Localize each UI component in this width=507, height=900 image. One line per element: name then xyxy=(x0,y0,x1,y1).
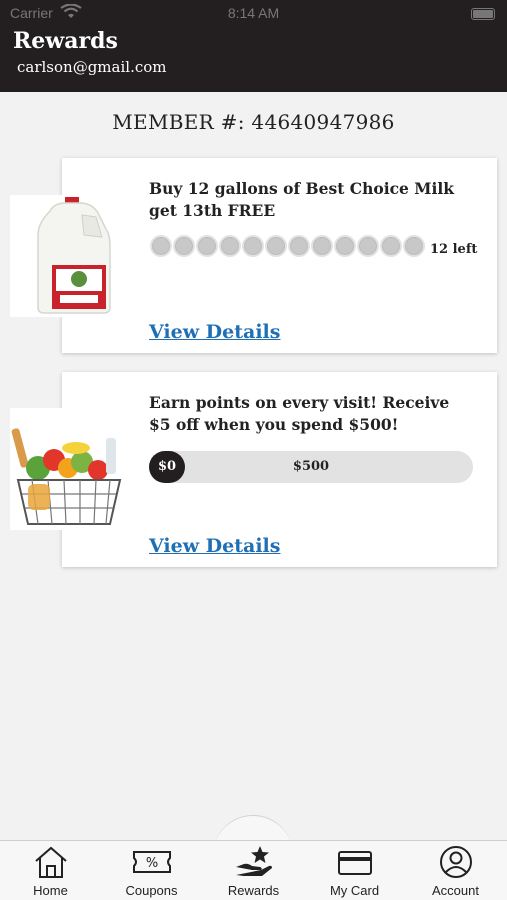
punch-circle xyxy=(334,235,356,257)
tab-label: My Card xyxy=(329,883,380,898)
points-progress-bar: $500 $0 xyxy=(149,451,473,483)
punch-circle xyxy=(311,235,333,257)
punch-circle xyxy=(242,235,264,257)
reward-title: Buy 12 gallons of Best Choice Milk get 1… xyxy=(149,179,454,220)
tab-label: Account xyxy=(432,883,479,898)
tab-label: Rewards xyxy=(227,883,280,898)
punch-circle xyxy=(265,235,287,257)
coupon-icon: % xyxy=(132,851,171,873)
member-label: MEMBER #: xyxy=(112,110,245,134)
tab-rewards[interactable]: Rewards xyxy=(203,845,304,900)
home-icon xyxy=(34,846,67,878)
rewards-icon xyxy=(235,846,272,876)
grocery-basket-image xyxy=(10,408,126,530)
tab-account[interactable]: Account xyxy=(405,845,506,900)
punch-circle xyxy=(380,235,402,257)
reward-title: Earn points on every visit! Receive $5 o… xyxy=(149,393,450,434)
view-details-link[interactable]: View Details xyxy=(149,321,280,343)
punch-circle xyxy=(357,235,379,257)
app-header: Carrier 8:14 AM Rewards carlson@gmail.co… xyxy=(0,0,507,92)
tab-label: Home xyxy=(33,883,68,898)
status-bar: Carrier 8:14 AM xyxy=(0,0,507,28)
user-email: carlson@gmail.com xyxy=(17,58,167,76)
punch-circle xyxy=(403,235,425,257)
punch-circle xyxy=(288,235,310,257)
member-number-line: MEMBER #: 44640947986 xyxy=(0,110,507,134)
tab-coupons[interactable]: % Coupons xyxy=(101,845,202,900)
tab-home[interactable]: Home xyxy=(0,845,101,900)
account-icon xyxy=(439,846,472,878)
svg-text:%: % xyxy=(145,856,157,871)
member-number: 44640947986 xyxy=(251,110,395,134)
battery-icon xyxy=(471,8,495,20)
progress-current-label: $0 xyxy=(149,451,185,483)
punch-card xyxy=(150,235,440,259)
punch-circle xyxy=(173,235,195,257)
card-icon xyxy=(337,851,372,875)
status-time: 8:14 AM xyxy=(227,5,280,21)
reward-card-points[interactable]: Earn points on every visit! Receive $5 o… xyxy=(62,372,497,567)
punch-circle xyxy=(150,235,172,257)
page-title: Rewards xyxy=(13,28,118,54)
progress-goal-label: $500 xyxy=(292,459,330,474)
tab-my-card[interactable]: My Card xyxy=(304,845,405,900)
tab-label: Coupons xyxy=(125,883,178,898)
reward-card-milk[interactable]: Buy 12 gallons of Best Choice Milk get 1… xyxy=(62,158,497,353)
milk-jug-image xyxy=(10,195,126,317)
punch-circle xyxy=(196,235,218,257)
view-details-link[interactable]: View Details xyxy=(149,535,280,557)
punch-circle xyxy=(219,235,241,257)
punches-remaining: 12 left xyxy=(430,242,478,257)
